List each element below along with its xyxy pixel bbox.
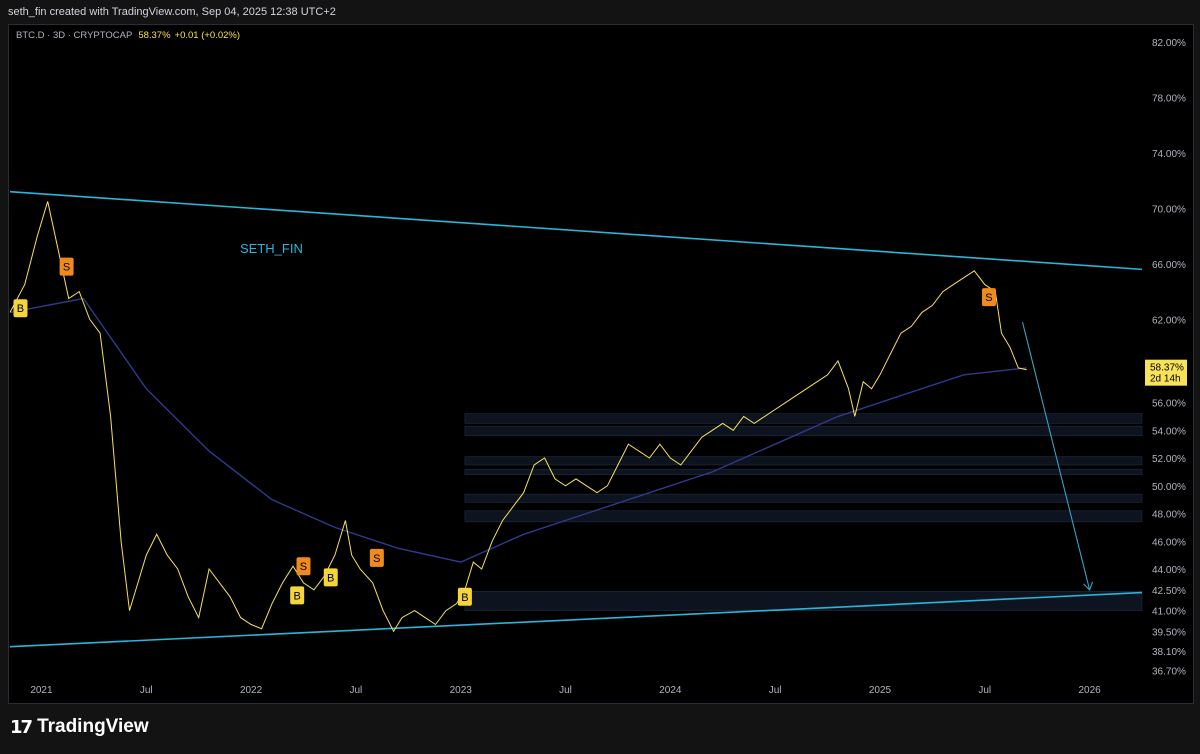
chart-frame[interactable] xyxy=(8,24,1194,704)
symbol-change: +0.01 (+0.02%) xyxy=(174,30,241,41)
tradingview-logo[interactable]: 17 TradingView xyxy=(10,716,149,738)
tradingview-icon: 17 xyxy=(10,716,33,738)
brand-name: TradingView xyxy=(37,716,149,737)
symbol-price: 58.37% xyxy=(138,30,171,41)
attribution-text: seth_fin created with TradingView.com, S… xyxy=(8,6,336,18)
symbol-legend[interactable]: BTC.D · 3D · CRYPTOCAP 58.37% +0.01 (+0.02… xyxy=(16,30,240,41)
attribution-bar: seth_fin created with TradingView.com, S… xyxy=(0,0,1200,24)
symbol-label: BTC.D · 3D · CRYPTOCAP xyxy=(16,30,133,41)
footer xyxy=(0,704,1200,754)
